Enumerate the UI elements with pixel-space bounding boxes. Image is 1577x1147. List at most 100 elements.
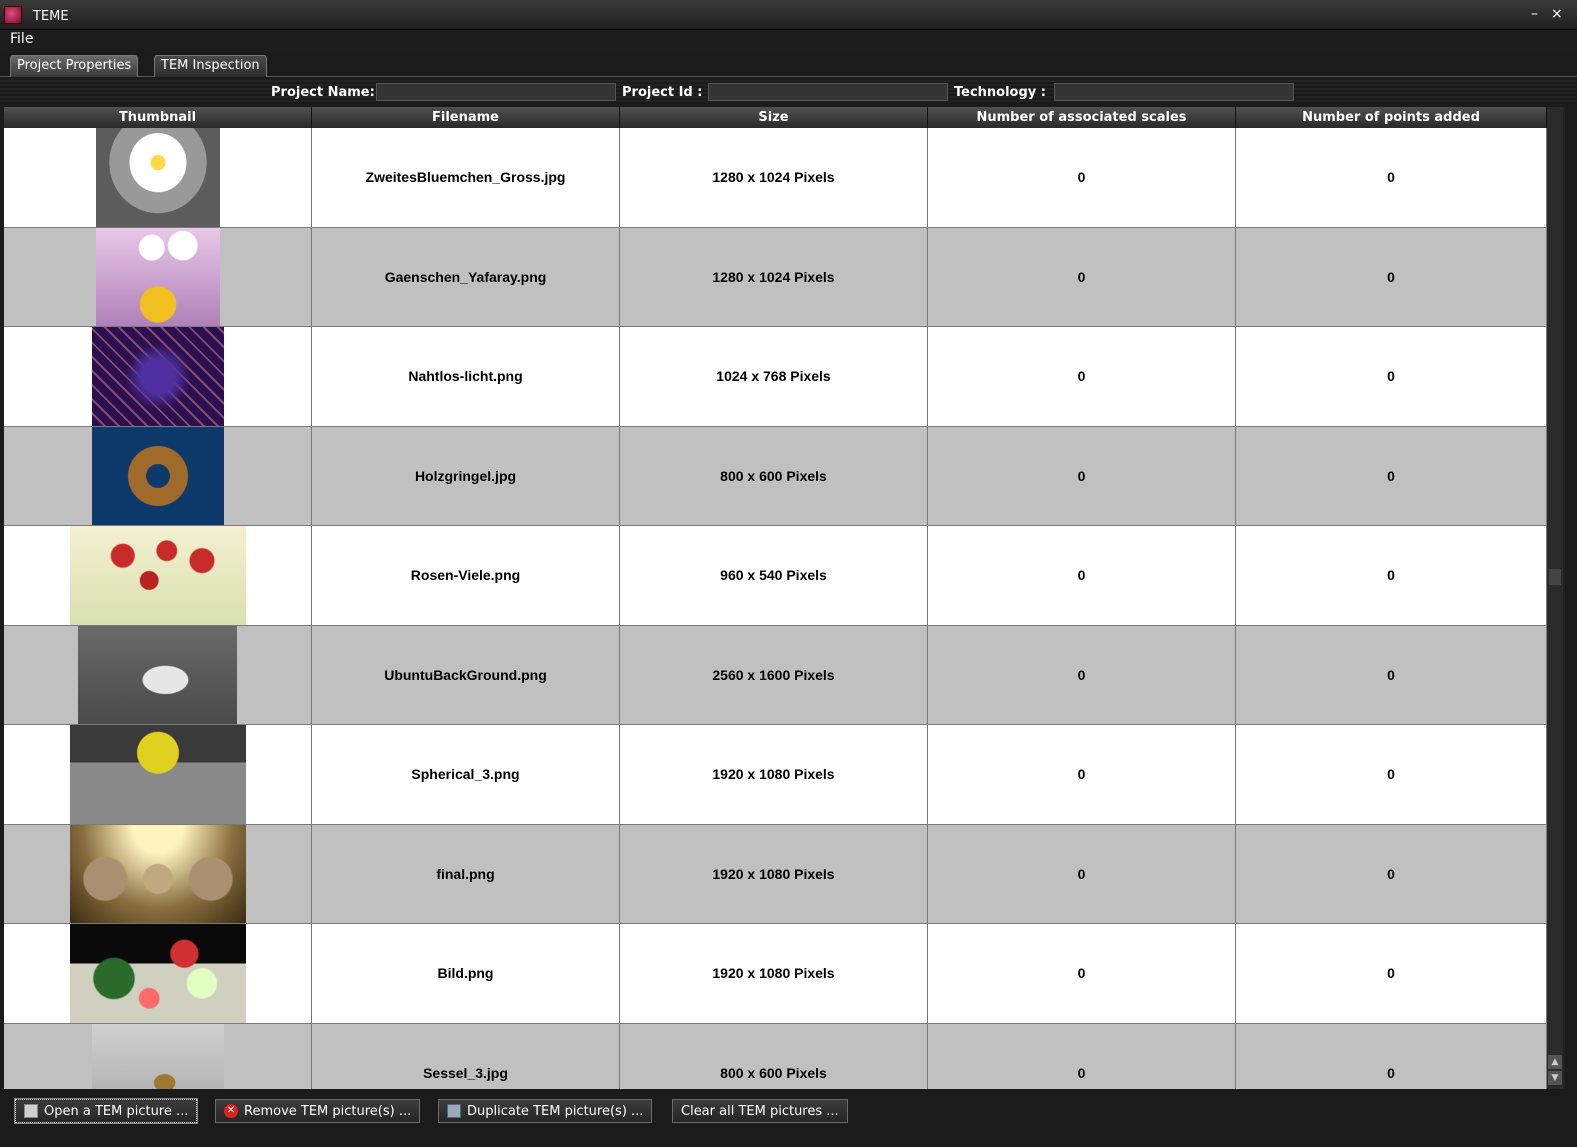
table-row[interactable]: final.png 1920 x 1080 Pixels 0 0 xyxy=(4,824,1547,924)
open-picture-label: Open a TEM picture ... xyxy=(44,1103,189,1119)
filename-cell: ZweitesBluemchen_Gross.jpg xyxy=(312,128,620,227)
technology-field[interactable] xyxy=(1054,83,1294,101)
scales-cell: 0 xyxy=(928,128,1236,227)
scroll-down-icon[interactable]: ▼ xyxy=(1548,1071,1562,1085)
scales-cell: 0 xyxy=(928,1023,1236,1089)
clear-all-button[interactable]: Clear all TEM pictures ... xyxy=(672,1099,848,1123)
column-filename[interactable]: Filename xyxy=(312,107,620,128)
column-thumbnail[interactable]: Thumbnail xyxy=(4,107,312,128)
table-row[interactable]: Rosen-Viele.png 960 x 540 Pixels 0 0 xyxy=(4,526,1547,626)
marbles-render-thumbnail xyxy=(69,924,246,1023)
action-toolbar: Open a TEM picture ... ✕ Remove TEM pict… xyxy=(0,1092,1577,1147)
table-header: Thumbnail Filename Size Number of associ… xyxy=(4,107,1547,128)
scales-cell: 0 xyxy=(928,924,1236,1023)
thumbnail-cell xyxy=(4,128,312,227)
remove-picture-button[interactable]: ✕ Remove TEM picture(s) ... xyxy=(215,1099,421,1123)
scales-cell: 0 xyxy=(928,426,1236,525)
size-cell: 1920 x 1080 Pixels xyxy=(620,824,928,923)
points-cell: 0 xyxy=(1236,128,1547,227)
thumbnail-cell xyxy=(4,924,312,1023)
technology-label: Technology : xyxy=(954,85,1046,100)
purple-pattern-render-thumbnail xyxy=(91,327,224,426)
table-row[interactable]: Gaenschen_Yafaray.png 1280 x 1024 Pixels 0… xyxy=(4,227,1547,327)
open-folder-icon xyxy=(24,1104,38,1118)
project-name-field[interactable] xyxy=(376,83,616,101)
table-row[interactable]: Sessel_3.jpg 800 x 600 Pixels 0 0 xyxy=(4,1023,1547,1089)
filename-cell: UbuntuBackGround.png xyxy=(312,625,620,724)
project-properties-bar: Project Name: Project Id : Technology : xyxy=(0,80,1577,104)
filename-cell: final.png xyxy=(312,824,620,923)
points-cell: 0 xyxy=(1236,924,1547,1023)
thumbnail-cell xyxy=(4,526,312,625)
column-scales[interactable]: Number of associated scales xyxy=(928,107,1236,128)
size-cell: 1920 x 1080 Pixels xyxy=(620,725,928,824)
duplicate-icon xyxy=(447,1104,461,1118)
scroll-thumb[interactable] xyxy=(1549,569,1561,585)
scales-cell: 0 xyxy=(928,227,1236,326)
remove-icon: ✕ xyxy=(224,1104,238,1118)
points-cell: 0 xyxy=(1236,526,1547,625)
tab-project-properties[interactable]: Project Properties xyxy=(10,55,139,77)
points-cell: 0 xyxy=(1236,327,1547,426)
title-bar: TEME – × xyxy=(0,0,1577,30)
table-row[interactable]: Holzgringel.jpg 800 x 600 Pixels 0 0 xyxy=(4,426,1547,526)
table-row[interactable]: UbuntuBackGround.png 2560 x 1600 Pixels 0 0 xyxy=(4,625,1547,725)
size-cell: 1920 x 1080 Pixels xyxy=(620,924,928,1023)
scales-cell: 0 xyxy=(928,327,1236,426)
tab-bar: Project Properties TEM Inspection xyxy=(0,53,1577,77)
table-row[interactable]: Nahtlos-licht.png 1024 x 768 Pixels 0 0 xyxy=(4,327,1547,427)
table-row[interactable]: ZweitesBluemchen_Gross.jpg 1280 x 1024 Pi… xyxy=(4,128,1547,228)
daisy-render-thumbnail xyxy=(95,128,220,227)
column-points[interactable]: Number of points added xyxy=(1236,107,1547,128)
window-title: TEME xyxy=(33,9,69,24)
minimize-icon[interactable]: – xyxy=(1531,6,1538,22)
sphere-render-thumbnail xyxy=(69,725,246,824)
app-icon xyxy=(4,6,22,24)
thumbnail-cell xyxy=(4,227,312,326)
filename-cell: Bild.png xyxy=(312,924,620,1023)
points-cell: 0 xyxy=(1236,824,1547,923)
size-cell: 1280 x 1024 Pixels xyxy=(620,227,928,326)
table-row[interactable]: Bild.png 1920 x 1080 Pixels 0 0 xyxy=(4,924,1547,1024)
duplicate-picture-button[interactable]: Duplicate TEM picture(s) ... xyxy=(438,1099,653,1123)
points-cell: 0 xyxy=(1236,426,1547,525)
size-cell: 1280 x 1024 Pixels xyxy=(620,128,928,227)
points-cell: 0 xyxy=(1236,625,1547,724)
size-cell: 960 x 540 Pixels xyxy=(620,526,928,625)
wooden-ring-render-thumbnail xyxy=(91,426,224,525)
filename-cell: Spherical_3.png xyxy=(312,725,620,824)
size-cell: 2560 x 1600 Pixels xyxy=(620,625,928,724)
lego-brick-render-thumbnail xyxy=(78,625,237,724)
menu-file[interactable]: File xyxy=(10,31,33,47)
size-cell: 800 x 600 Pixels xyxy=(620,1023,928,1089)
scroll-up-icon[interactable]: ▲ xyxy=(1548,1055,1562,1069)
thumbnail-cell xyxy=(4,824,312,923)
thumbnail-cell xyxy=(4,426,312,525)
project-name-label: Project Name: xyxy=(271,85,375,100)
flowers-vase-render-thumbnail xyxy=(95,227,220,326)
project-id-field[interactable] xyxy=(708,83,948,101)
table-row[interactable]: Spherical_3.png 1920 x 1080 Pixels 0 0 xyxy=(4,725,1547,825)
vertical-scrollbar[interactable]: ▲ ▼ xyxy=(1547,107,1563,1089)
size-cell: 1024 x 768 Pixels xyxy=(620,327,928,426)
thumbnail-cell xyxy=(4,1023,312,1089)
points-cell: 0 xyxy=(1236,1023,1547,1089)
clear-all-label: Clear all TEM pictures ... xyxy=(681,1103,839,1119)
menu-bar: File xyxy=(0,30,1577,52)
table-body: ZweitesBluemchen_Gross.jpg 1280 x 1024 Pi… xyxy=(4,128,1547,1089)
roses-render-thumbnail xyxy=(69,526,246,625)
points-cell: 0 xyxy=(1236,227,1547,326)
column-size[interactable]: Size xyxy=(620,107,928,128)
scales-cell: 0 xyxy=(928,625,1236,724)
open-picture-button[interactable]: Open a TEM picture ... xyxy=(13,1098,199,1124)
close-icon[interactable]: × xyxy=(1551,6,1563,22)
thumbnail-cell xyxy=(4,327,312,426)
points-cell: 0 xyxy=(1236,725,1547,824)
tab-tem-inspection[interactable]: TEM Inspection xyxy=(154,55,267,77)
scales-cell: 0 xyxy=(928,526,1236,625)
remove-picture-label: Remove TEM picture(s) ... xyxy=(244,1103,412,1119)
scales-cell: 0 xyxy=(928,824,1236,923)
duplicate-picture-label: Duplicate TEM picture(s) ... xyxy=(467,1103,644,1119)
filename-cell: Nahtlos-licht.png xyxy=(312,327,620,426)
thumbnail-cell xyxy=(4,625,312,724)
